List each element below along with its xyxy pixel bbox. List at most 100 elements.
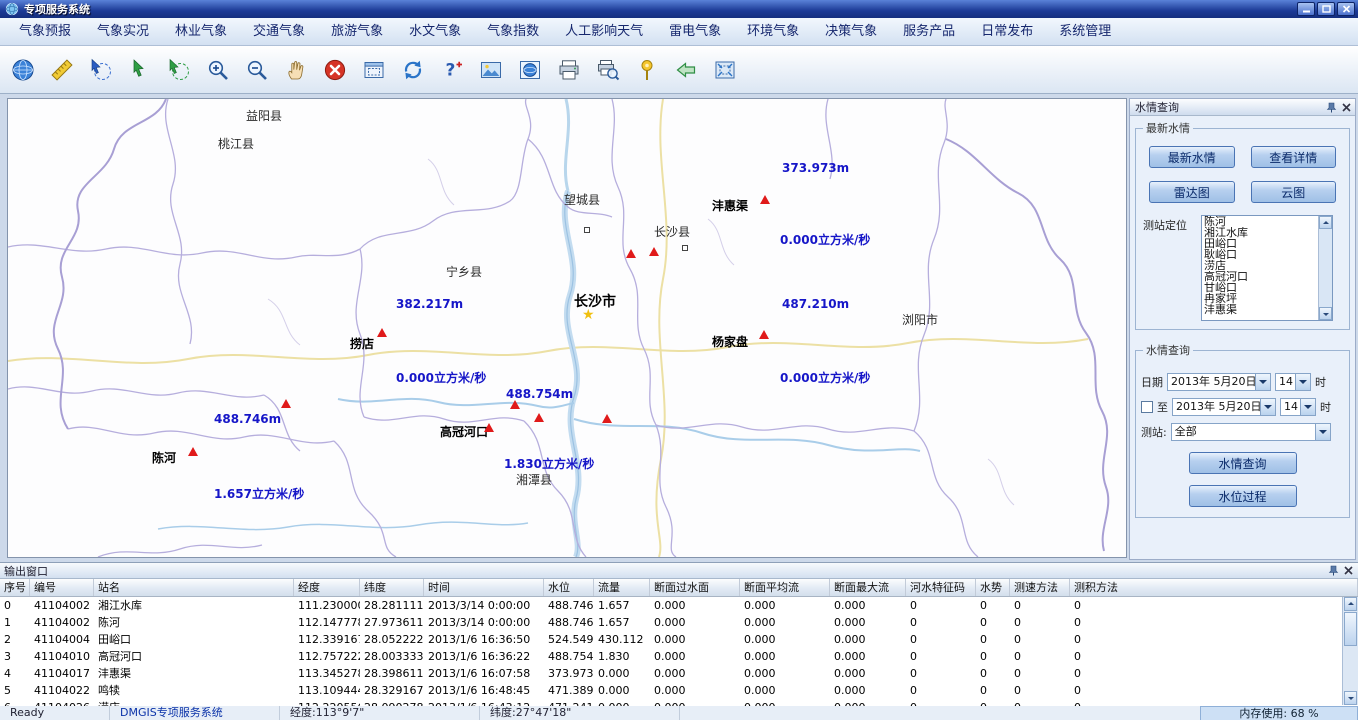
- water-level-process-button[interactable]: 水位过程: [1189, 485, 1297, 507]
- column-header[interactable]: 断面最大流: [830, 579, 906, 596]
- table-row[interactable]: 041104002湘江水库111.23000028.2811112013/3/1…: [0, 597, 1358, 614]
- pointer-button[interactable]: [125, 54, 155, 86]
- station-marker-icon[interactable]: [484, 423, 494, 432]
- radar-chart-button[interactable]: 雷达图: [1149, 181, 1235, 203]
- table-row[interactable]: 541104022鸣犊113.10944428.3291672013/1/6 1…: [0, 682, 1358, 699]
- world-image-button[interactable]: [515, 54, 545, 86]
- column-header[interactable]: 纬度: [360, 579, 424, 596]
- start-date-select[interactable]: 2013年 5月20日: [1167, 373, 1271, 391]
- chevron-down-icon[interactable]: [1300, 399, 1315, 415]
- maximize-button[interactable]: [1317, 2, 1335, 16]
- image-layer-button[interactable]: [476, 54, 506, 86]
- minimize-button[interactable]: [1297, 2, 1315, 16]
- station-list-item[interactable]: 涝店: [1202, 260, 1318, 271]
- chevron-down-icon[interactable]: [1295, 374, 1310, 390]
- table-row[interactable]: 141104002陈河112.14777827.9736112013/3/14 …: [0, 614, 1358, 631]
- output-scrollbar[interactable]: [1342, 597, 1358, 705]
- chevron-down-icon[interactable]: [1315, 424, 1330, 440]
- station-marker-icon[interactable]: [602, 414, 612, 423]
- column-header[interactable]: 编号: [30, 579, 94, 596]
- column-header[interactable]: 河水特征码: [906, 579, 976, 596]
- close-button[interactable]: [1337, 2, 1355, 16]
- panel-close-icon[interactable]: [1341, 102, 1352, 113]
- menu-item[interactable]: 人工影响天气: [552, 18, 656, 46]
- menu-item[interactable]: 水文气象: [396, 18, 474, 46]
- menu-item[interactable]: 环境气象: [734, 18, 812, 46]
- station-marker-icon[interactable]: [760, 195, 770, 204]
- scrollbar-thumb[interactable]: [1344, 612, 1357, 646]
- refresh-button[interactable]: [398, 54, 428, 86]
- menu-item[interactable]: 日常发布: [968, 18, 1046, 46]
- station-marker-icon[interactable]: [534, 413, 544, 422]
- column-header[interactable]: 水位: [544, 579, 594, 596]
- listbox-scrollbar[interactable]: [1318, 216, 1332, 320]
- station-list-item[interactable]: 高冠河口: [1202, 271, 1318, 282]
- menu-item[interactable]: 决策气象: [812, 18, 890, 46]
- menu-item[interactable]: 服务产品: [890, 18, 968, 46]
- menu-item[interactable]: 林业气象: [162, 18, 240, 46]
- identify-button[interactable]: ?: [437, 54, 467, 86]
- station-marker-icon[interactable]: [759, 330, 769, 339]
- end-date-select[interactable]: 2013年 5月20日: [1172, 398, 1276, 416]
- scroll-down-icon[interactable]: [1319, 307, 1332, 320]
- scroll-down-icon[interactable]: [1344, 691, 1357, 705]
- output-pin-icon[interactable]: [1328, 565, 1339, 576]
- view-details-button[interactable]: 查看详情: [1251, 146, 1337, 168]
- column-header[interactable]: 测积方法: [1070, 579, 1358, 596]
- water-query-button[interactable]: 水情查询: [1189, 452, 1297, 474]
- scroll-up-icon[interactable]: [1319, 216, 1332, 229]
- menu-item[interactable]: 气象指数: [474, 18, 552, 46]
- globe-button[interactable]: [8, 54, 38, 86]
- print-preview-button[interactable]: [593, 54, 623, 86]
- pointer-circle-button[interactable]: [164, 54, 194, 86]
- station-select[interactable]: 全部: [1171, 423, 1331, 441]
- fit-window-button[interactable]: [359, 54, 389, 86]
- chevron-down-icon[interactable]: [1260, 399, 1275, 415]
- menu-item[interactable]: 交通气象: [240, 18, 318, 46]
- stop-button[interactable]: [320, 54, 350, 86]
- column-header[interactable]: 经度: [294, 579, 360, 596]
- station-marker-icon[interactable]: [510, 400, 520, 409]
- column-header[interactable]: 断面过水面: [650, 579, 740, 596]
- column-header[interactable]: 断面平均流: [740, 579, 830, 596]
- table-row[interactable]: 441104017沣惠渠113.34527828.3986112013/1/6 …: [0, 665, 1358, 682]
- table-row[interactable]: 241104004田峪口112.33916728.0522222013/1/6 …: [0, 631, 1358, 648]
- column-header[interactable]: 序号: [0, 579, 30, 596]
- station-marker-icon[interactable]: [649, 247, 659, 256]
- measure-button[interactable]: [47, 54, 77, 86]
- full-extent-button[interactable]: [710, 54, 740, 86]
- column-header[interactable]: 站名: [94, 579, 294, 596]
- table-row[interactable]: 341104010高冠河口112.75722228.0033332013/1/6…: [0, 648, 1358, 665]
- chevron-down-icon[interactable]: [1255, 374, 1270, 390]
- station-list-item[interactable]: 湘江水库: [1202, 227, 1318, 238]
- map-canvas[interactable]: 益阳县桃江县宁乡县望城县长沙县浏阳市湘潭县长沙市沣惠渠捞店杨家盘陈河高冠河口37…: [7, 98, 1127, 558]
- zoom-in-button[interactable]: [203, 54, 233, 86]
- column-header[interactable]: 流量: [594, 579, 650, 596]
- station-list-item[interactable]: 沣惠渠: [1202, 304, 1318, 315]
- column-header[interactable]: 测速方法: [1010, 579, 1070, 596]
- station-marker-icon[interactable]: [281, 399, 291, 408]
- station-marker-icon[interactable]: [188, 447, 198, 456]
- column-header[interactable]: 水势: [976, 579, 1010, 596]
- zoom-out-button[interactable]: [242, 54, 272, 86]
- pin-icon[interactable]: [1326, 102, 1337, 113]
- back-button[interactable]: [671, 54, 701, 86]
- station-list-item[interactable]: 冉家坪: [1202, 293, 1318, 304]
- print-button[interactable]: [554, 54, 584, 86]
- column-header[interactable]: 时间: [424, 579, 544, 596]
- cloud-image-button[interactable]: 云图: [1251, 181, 1337, 203]
- latest-water-button[interactable]: 最新水情: [1149, 146, 1235, 168]
- station-list-item[interactable]: 田峪口: [1202, 238, 1318, 249]
- end-hour-select[interactable]: 14: [1280, 398, 1316, 416]
- start-hour-select[interactable]: 14: [1275, 373, 1311, 391]
- station-marker-icon[interactable]: [626, 249, 636, 258]
- scroll-up-icon[interactable]: [1344, 597, 1357, 611]
- menu-item[interactable]: 系统管理: [1046, 18, 1124, 46]
- station-listbox[interactable]: 陈河湘江水库田峪口耿峪口涝店高冠河口甘峪口冉家坪沣惠渠: [1201, 215, 1333, 321]
- station-list-item[interactable]: 耿峪口: [1202, 249, 1318, 260]
- table-row[interactable]: 641104026涝店112.22055628.0902782013/1/6 1…: [0, 699, 1358, 706]
- station-list-item[interactable]: 陈河: [1202, 216, 1318, 227]
- menu-item[interactable]: 气象预报: [6, 18, 84, 46]
- menu-item[interactable]: 旅游气象: [318, 18, 396, 46]
- station-list-item[interactable]: 甘峪口: [1202, 282, 1318, 293]
